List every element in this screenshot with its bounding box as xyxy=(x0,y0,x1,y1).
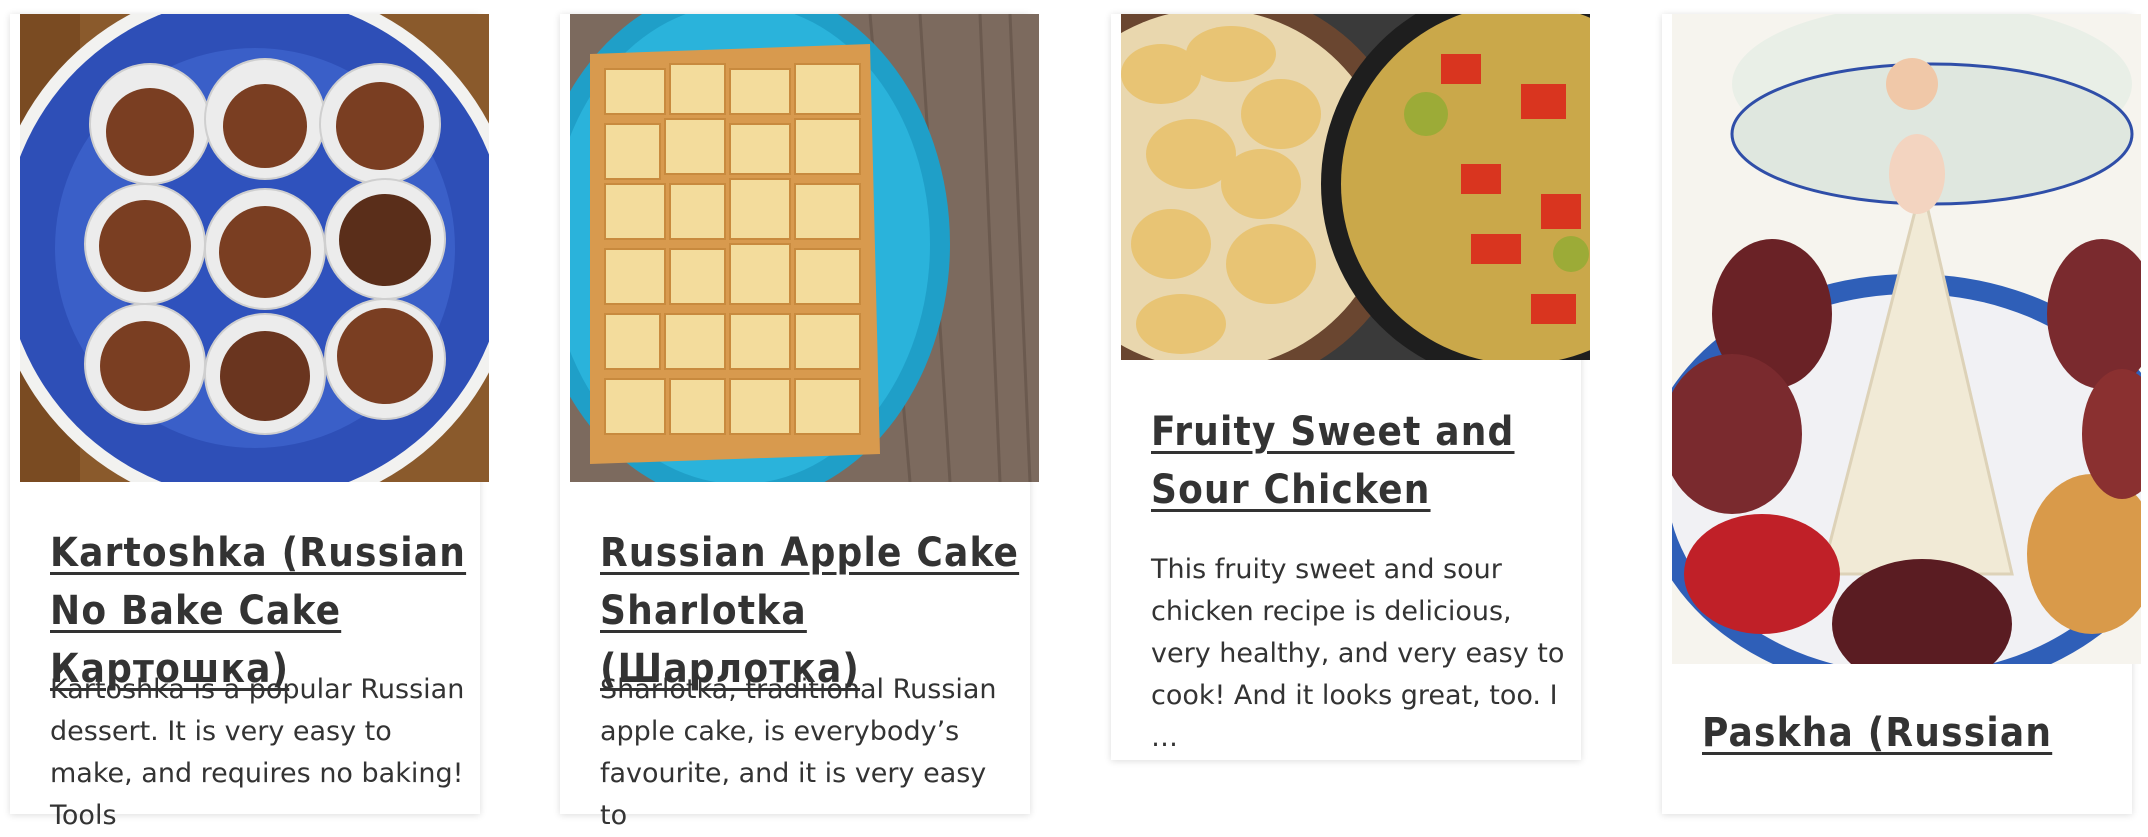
recipe-card[interactable]: Fruity Sweet and Sour Chicken This fruit… xyxy=(1111,14,1590,760)
recipe-title-link[interactable]: Paskha (Russian xyxy=(1702,704,2122,762)
recipe-image-paskha[interactable] xyxy=(1672,14,2141,664)
recipe-excerpt: Kartoshka is a popular Russian dessert. … xyxy=(50,674,465,831)
recipe-image-chicken[interactable] xyxy=(1121,14,1590,360)
recipe-excerpt: Sharlotka, traditional Russian apple cak… xyxy=(600,674,997,831)
recipe-image-sharlotka[interactable] xyxy=(570,14,1039,482)
recipe-card[interactable]: Kartoshka (Russian No Bake Cake Картошка… xyxy=(10,14,489,831)
recipe-title-link[interactable]: Fruity Sweet and Sour Chicken xyxy=(1151,403,1571,519)
recipe-card[interactable]: Russian Apple Cake Sharlotka (Шарлотка) … xyxy=(560,14,1039,831)
recipe-image-kartoshka[interactable] xyxy=(20,14,489,482)
recipe-card[interactable]: Paskha (Russian xyxy=(1662,14,2141,814)
recipe-excerpt: This fruity sweet and sour chicken recip… xyxy=(1151,554,1565,753)
